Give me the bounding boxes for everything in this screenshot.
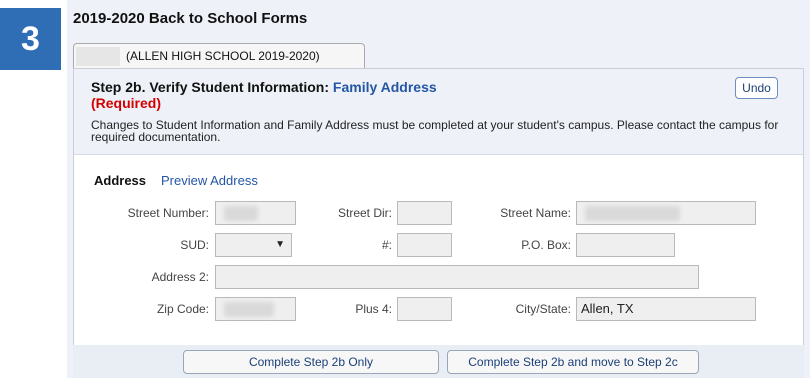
redacted-zip <box>224 302 274 317</box>
step-panel: Step 2b. Verify Student Information: Fam… <box>73 68 804 355</box>
step-title-highlight: Family Address <box>332 79 437 95</box>
step-number-badge: 3 <box>0 8 61 70</box>
address-heading: Address <box>94 173 147 188</box>
street-dir-field[interactable] <box>397 201 452 225</box>
action-bar: Complete Step 2b Only Complete Step 2b a… <box>73 345 804 378</box>
po-box-label: P.O. Box: <box>521 238 571 252</box>
chevron-down-icon: ▼ <box>275 239 285 250</box>
street-dir-label: Street Dir: <box>337 206 392 220</box>
plus4-label: Plus 4: <box>355 302 392 316</box>
tab-label: (ALLEN HIGH SCHOOL 2019-2020) <box>126 49 320 63</box>
required-label: (Required) <box>91 95 161 111</box>
undo-button[interactable]: Undo <box>735 77 778 99</box>
address2-label: Address 2: <box>151 270 209 284</box>
city-state-field: Allen, TX <box>576 297 756 321</box>
preview-address-link[interactable]: Preview Address <box>161 173 258 188</box>
step-title-prefix: Step 2b. Verify Student Information: <box>91 79 333 95</box>
student-tab[interactable]: (ALLEN HIGH SCHOOL 2019-2020) <box>73 43 365 69</box>
street-number-field[interactable] <box>215 201 296 225</box>
notice-text: Changes to Student Information and Famil… <box>91 118 779 144</box>
po-box-field[interactable] <box>576 233 675 257</box>
sud-label: SUD: <box>180 238 209 252</box>
redacted-street-name <box>585 206 680 221</box>
plus4-field[interactable] <box>397 297 452 321</box>
unit-label: #: <box>381 238 392 252</box>
sud-select[interactable]: ▼ <box>215 233 292 257</box>
redacted-student-name <box>76 47 120 66</box>
zip-field[interactable] <box>215 297 296 321</box>
form-title: 2019-2020 Back to School Forms <box>73 10 308 27</box>
street-number-label: Street Number: <box>127 206 209 220</box>
street-name-label: Street Name: <box>500 206 571 220</box>
complete-step-only-button[interactable]: Complete Step 2b Only <box>183 350 439 374</box>
complete-and-next-button[interactable]: Complete Step 2b and move to Step 2c <box>447 350 699 374</box>
street-name-field[interactable] <box>576 201 756 225</box>
zip-label: Zip Code: <box>156 302 209 316</box>
step-header: Step 2b. Verify Student Information: Fam… <box>74 69 803 155</box>
city-state-label: City/State: <box>515 302 571 316</box>
step-title: Step 2b. Verify Student Information: Fam… <box>91 79 437 95</box>
address2-field[interactable] <box>215 265 699 289</box>
unit-field[interactable] <box>397 233 452 257</box>
redacted-street-number <box>224 206 258 221</box>
